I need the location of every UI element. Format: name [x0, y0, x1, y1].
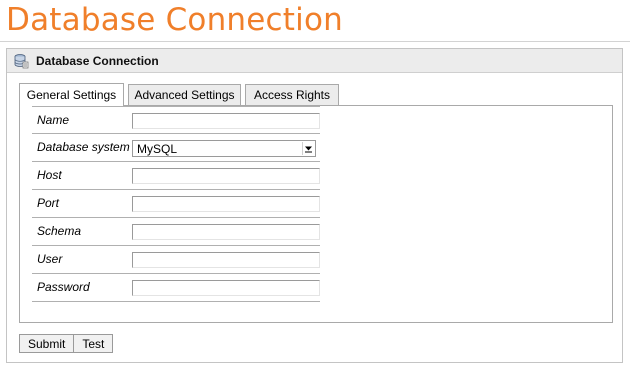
form-buttons: Submit Test	[19, 334, 114, 353]
form-row-port: Port	[32, 190, 320, 218]
tab-advanced-settings[interactable]: Advanced Settings	[128, 84, 241, 105]
form-row-database-system: Database system MySQL	[32, 134, 320, 162]
tab-access-rights[interactable]: Access Rights	[245, 84, 339, 105]
database-system-value: MySQL	[137, 141, 178, 156]
port-label: Port	[37, 196, 60, 210]
connection-form: Name Database system MySQL Host Port Sch…	[32, 106, 320, 302]
host-input[interactable]	[132, 168, 320, 184]
panel-title: Database Connection	[36, 53, 159, 68]
name-input[interactable]	[132, 113, 320, 129]
page-title: Database Connection	[6, 2, 343, 38]
database-system-select[interactable]: MySQL	[132, 140, 316, 157]
port-input[interactable]	[132, 196, 320, 212]
form-row-user: User	[32, 246, 320, 274]
database-connection-panel: Database Connection General Settings Adv…	[6, 48, 623, 363]
user-label: User	[37, 252, 63, 266]
password-input[interactable]	[132, 280, 320, 296]
chevron-down-icon[interactable]	[302, 142, 314, 155]
user-input[interactable]	[132, 252, 320, 268]
form-row-schema: Schema	[32, 218, 320, 246]
submit-button[interactable]: Submit	[19, 334, 75, 353]
host-label: Host	[37, 168, 62, 182]
form-row-password: Password	[32, 274, 320, 302]
schema-label: Schema	[37, 224, 82, 238]
schema-input[interactable]	[132, 224, 320, 240]
panel-header: Database Connection	[7, 49, 622, 73]
test-button[interactable]: Test	[74, 334, 114, 353]
name-label: Name	[37, 113, 70, 127]
form-row-host: Host	[32, 162, 320, 190]
form-row-name: Name	[32, 106, 320, 134]
general-settings-panel: Name Database system MySQL Host Port Sch…	[19, 105, 613, 323]
tab-bar: General Settings Advanced Settings Acces…	[19, 83, 343, 106]
database-system-label: Database system	[37, 140, 130, 154]
title-divider	[0, 41, 630, 42]
database-icon	[13, 53, 29, 69]
tab-general-settings[interactable]: General Settings	[19, 83, 124, 106]
password-label: Password	[37, 280, 90, 294]
